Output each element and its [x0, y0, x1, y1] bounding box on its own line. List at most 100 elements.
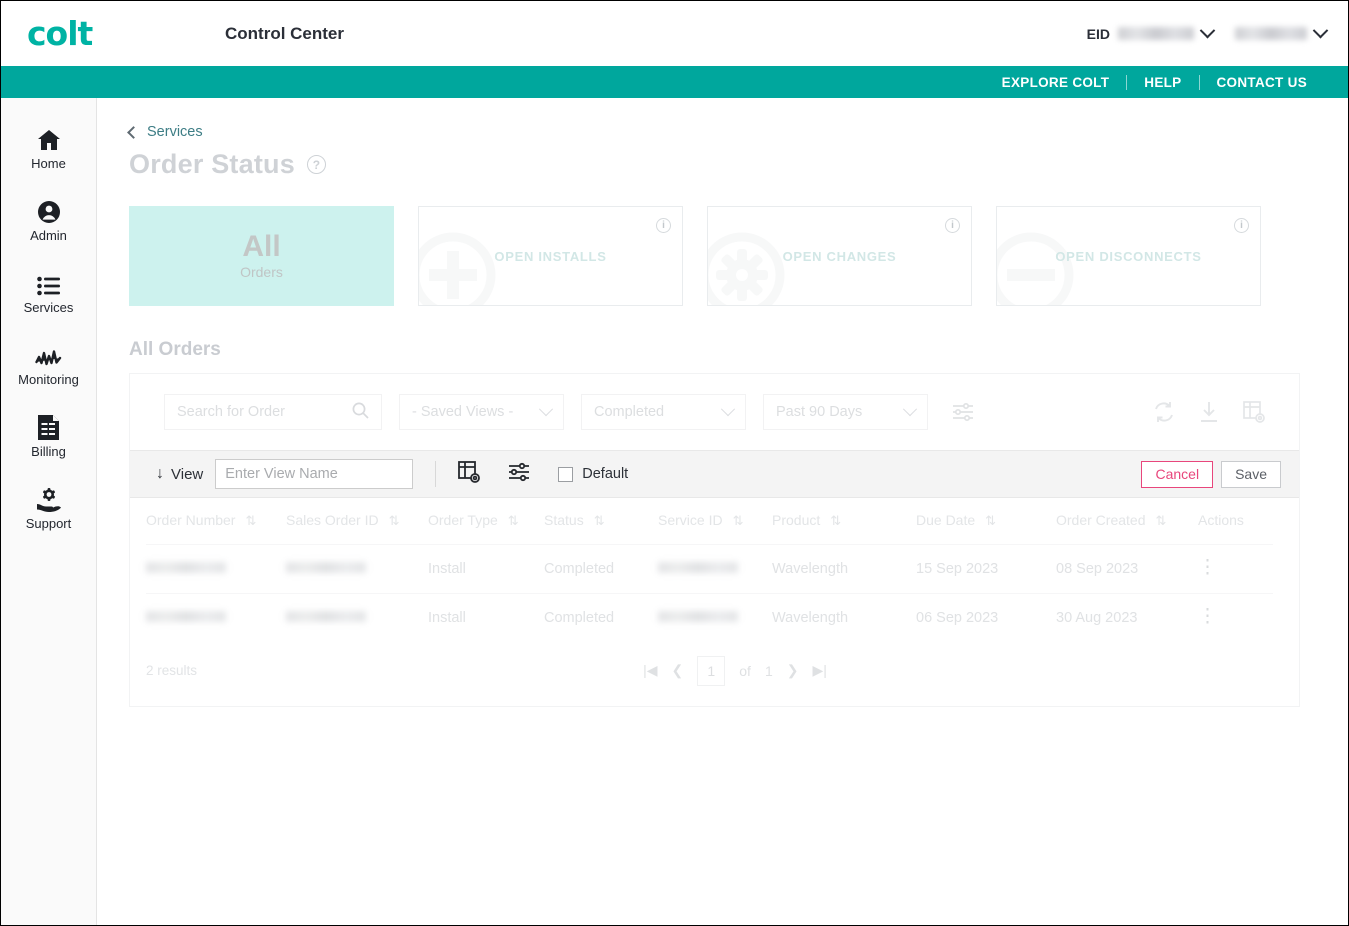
col-product[interactable]: Product ⇅ [772, 498, 916, 544]
status-filter-dropdown[interactable]: Completed [581, 394, 746, 430]
of-label: of [739, 662, 751, 679]
view-filter-icon[interactable] [508, 462, 530, 487]
sidebar-item-billing[interactable]: Billing [1, 400, 96, 472]
table-row[interactable]: Install Completed Wavelength 15 Sep 2023… [146, 543, 1273, 593]
sidebar-item-services[interactable]: Services [1, 256, 96, 328]
checkbox-box[interactable] [558, 466, 574, 482]
col-status[interactable]: Status ⇅ [544, 498, 658, 544]
info-icon[interactable]: i [656, 218, 671, 233]
row-actions-menu-icon[interactable]: ⋮ [1198, 557, 1217, 578]
view-columns-icon[interactable] [458, 460, 481, 488]
colt-logo[interactable]: colt [27, 14, 167, 53]
account-selector[interactable] [1235, 22, 1329, 40]
view-name-input[interactable] [215, 459, 414, 489]
save-button[interactable]: Save [1221, 460, 1281, 488]
default-view-checkbox[interactable]: Default [558, 466, 628, 482]
sort-icon[interactable]: ⇅ [830, 513, 841, 529]
sidebar-item-monitoring[interactable]: Monitoring [1, 328, 96, 400]
first-page-button[interactable]: |◀ [643, 662, 657, 679]
saved-views-dropdown[interactable]: - Saved Views - [399, 394, 564, 430]
sidebar-item-home[interactable]: Home [1, 112, 96, 184]
results-count: 2 results [146, 663, 198, 678]
orders-table: Order Number ⇅ Sales Order ID ⇅ Order Type… [146, 498, 1273, 642]
sort-icon[interactable]: ⇅ [389, 513, 400, 529]
support-gear-icon [36, 486, 62, 512]
col-order-type[interactable]: Order Type ⇅ [428, 498, 544, 544]
card-open-installs[interactable]: OPEN INSTALLS i [418, 206, 683, 306]
utility-nav: EXPLORE COLT HELP CONTACT US [1, 66, 1348, 98]
col-due-date[interactable]: Due Date ⇅ [916, 498, 1056, 544]
chevron-down-icon [1199, 22, 1216, 39]
last-page-button[interactable]: ▶| [812, 662, 826, 679]
col-label: Product [772, 512, 821, 528]
sort-icon[interactable]: ⇅ [733, 513, 744, 529]
card-all-sublabel: Orders [240, 264, 283, 280]
chevron-down-icon [902, 402, 918, 417]
sort-icon[interactable]: ⇅ [245, 513, 256, 529]
col-label: Order Created [1056, 512, 1146, 528]
total-pages: 1 [764, 662, 773, 679]
nav-help[interactable]: HELP [1127, 75, 1198, 90]
date-range-dropdown[interactable]: Past 90 Days [763, 394, 928, 430]
sidebar-item-admin[interactable]: Admin [1, 184, 96, 256]
col-service-id[interactable]: Service ID ⇅ [658, 498, 772, 544]
cell-order-number [146, 543, 286, 593]
table-header: Order Number ⇅ Sales Order ID ⇅ Order Type… [146, 498, 1273, 544]
col-sales-order-id[interactable]: Sales Order ID ⇅ [286, 498, 428, 544]
row-actions-menu-icon[interactable]: ⋮ [1198, 606, 1217, 627]
cell-order-created: 30 Aug 2023 [1056, 592, 1198, 642]
sort-icon[interactable]: ⇅ [985, 513, 996, 529]
nav-contact-us[interactable]: CONTACT US [1200, 75, 1325, 90]
col-label: Order Number [146, 512, 236, 528]
saved-views-value: - Saved Views - [412, 404, 514, 420]
info-icon[interactable]: i [945, 218, 960, 233]
gear-circle-icon [708, 229, 788, 305]
sidebar-item-label: Billing [31, 443, 66, 459]
eid-selector[interactable]: EID [1087, 22, 1216, 42]
page-number-input[interactable]: 1 [697, 655, 726, 686]
card-label: OPEN CHANGES [782, 248, 897, 264]
sidebar-item-label: Admin [30, 227, 67, 243]
pagination: |◀ ❮ 1 of 1 ❯ ▶| [643, 655, 827, 686]
page-title: Order Status [129, 149, 295, 179]
search-input[interactable] [177, 404, 345, 420]
info-icon[interactable]: i [1234, 218, 1249, 233]
sort-icon[interactable]: ⇅ [594, 513, 605, 529]
download-icon[interactable] [1199, 401, 1219, 423]
card-selected-pointer [249, 305, 275, 306]
cell-due-date: 06 Sep 2023 [916, 592, 1056, 642]
prev-page-button[interactable]: ❮ [672, 662, 684, 679]
date-range-value: Past 90 Days [776, 404, 863, 420]
orders-panel: - Saved Views - Completed Past 90 Days [129, 373, 1300, 707]
sort-icon[interactable]: ⇅ [1155, 513, 1166, 529]
nav-explore-colt[interactable]: EXPLORE COLT [985, 75, 1127, 90]
refresh-icon[interactable] [1153, 401, 1175, 423]
next-page-button[interactable]: ❯ [787, 662, 799, 679]
card-all-value: All [242, 230, 281, 263]
search-order-field[interactable] [164, 394, 382, 430]
status-cards: All Orders OPEN INSTALLS i OPEN CHANGES … [129, 206, 1300, 306]
orders-table-wrap: Order Number ⇅ Sales Order ID ⇅ Order Type… [130, 498, 1299, 642]
help-icon[interactable]: ? [306, 155, 326, 174]
card-open-changes[interactable]: OPEN CHANGES i [707, 206, 972, 306]
card-open-disconnects[interactable]: OPEN DISCONNECTS i [996, 206, 1261, 306]
table-settings-icon[interactable] [1243, 401, 1265, 423]
card-all-orders[interactable]: All Orders [129, 206, 394, 306]
table-header-row: Order Number ⇅ Sales Order ID ⇅ Order Type… [146, 498, 1273, 544]
breadcrumb[interactable]: Services [127, 124, 1300, 140]
advanced-filter-button[interactable] [952, 402, 974, 422]
table-row[interactable]: Install Completed Wavelength 06 Sep 2023… [146, 592, 1273, 642]
account-value-redacted [1235, 27, 1307, 40]
search-icon[interactable] [352, 402, 369, 423]
divider [435, 461, 437, 487]
cancel-button[interactable]: Cancel [1141, 460, 1214, 488]
col-label: Service ID [658, 512, 723, 528]
cell-status: Completed [544, 543, 658, 593]
sidebar-item-support[interactable]: Support [1, 472, 96, 544]
chevron-left-icon [127, 125, 140, 139]
col-order-number[interactable]: Order Number ⇅ [146, 498, 286, 544]
col-order-created[interactable]: Order Created ⇅ [1056, 498, 1198, 544]
breadcrumb-services-link[interactable]: Services [147, 124, 203, 140]
top-header: colt Control Center EID [1, 1, 1348, 66]
sort-icon[interactable]: ⇅ [508, 513, 519, 529]
